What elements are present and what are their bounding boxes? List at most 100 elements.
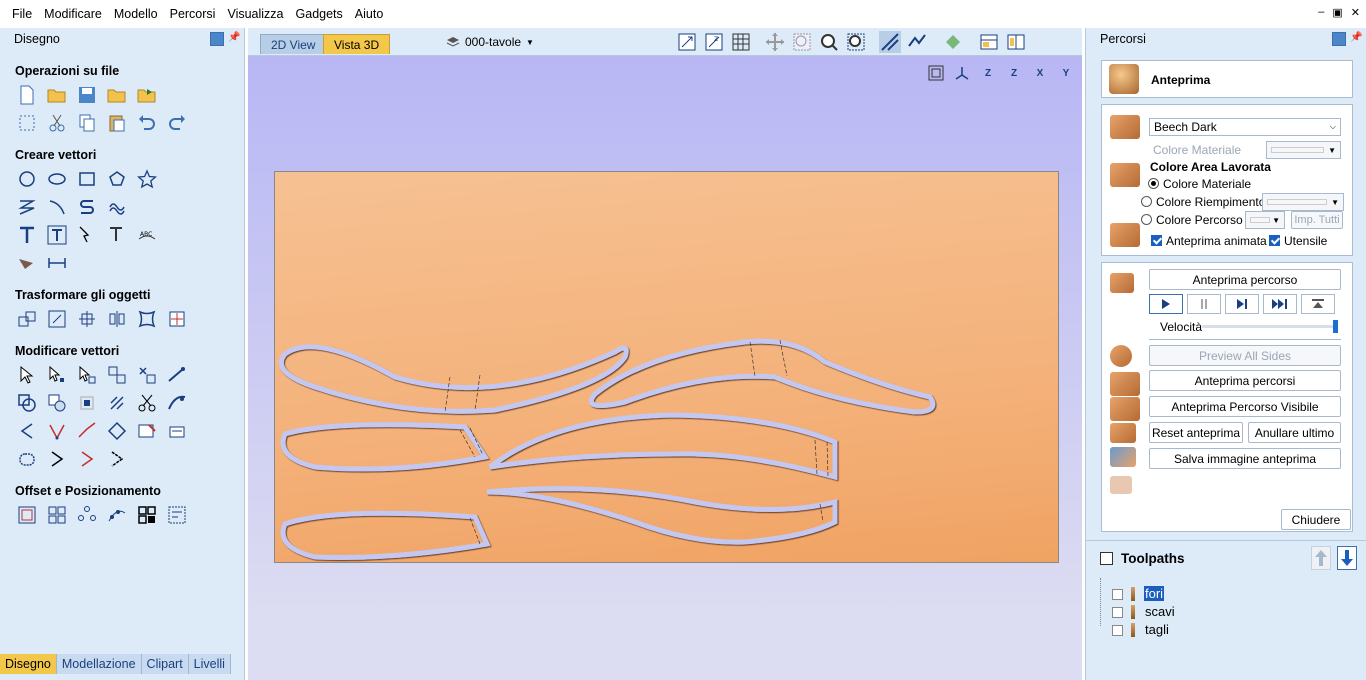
animated-preview-checkbox[interactable]: Anteprima animata <box>1151 234 1267 248</box>
copy-along-curve-icon[interactable] <box>106 504 128 526</box>
offset-right-icon[interactable] <box>106 448 128 470</box>
zoom-in-icon[interactable] <box>791 31 813 53</box>
pause-button[interactable] <box>1187 294 1221 314</box>
ellipse-icon[interactable] <box>46 168 68 190</box>
dock-icon[interactable] <box>1332 32 1346 46</box>
select-all-icon[interactable] <box>16 112 38 134</box>
speed-slider-thumb[interactable] <box>1333 320 1338 333</box>
text-box-icon[interactable] <box>46 224 68 246</box>
mirror-icon[interactable] <box>106 308 128 330</box>
move-icon[interactable] <box>16 308 38 330</box>
text-on-curve-icon[interactable] <box>76 224 98 246</box>
tab-2d-view[interactable]: 2D View <box>260 34 327 54</box>
fast-forward-button[interactable] <box>1263 294 1297 314</box>
zoom-icon[interactable] <box>818 31 840 53</box>
import-icon[interactable] <box>106 84 128 106</box>
close-vector-icon[interactable] <box>106 420 128 442</box>
tab-disegno[interactable]: Disegno <box>0 654 57 674</box>
intersect-icon[interactable] <box>76 392 98 414</box>
menu-visualizza[interactable]: Visualizza <box>221 0 289 28</box>
menu-aiuto[interactable]: Aiuto <box>349 0 390 28</box>
drafting-icon[interactable] <box>16 252 38 274</box>
toolpath-item[interactable]: tagli <box>1100 622 1360 640</box>
undo-last-button[interactable]: Anullare ultimo <box>1248 422 1341 443</box>
material-dropdown[interactable]: Beech Dark ⌵ <box>1149 118 1341 136</box>
select-icon[interactable] <box>16 364 38 386</box>
spiral-icon[interactable] <box>106 196 128 218</box>
tab-livelli[interactable]: Livelli <box>188 654 231 674</box>
radio-material-color[interactable]: Colore Materiale <box>1148 177 1251 191</box>
text-edit-icon[interactable] <box>106 224 128 246</box>
radio-fill-color[interactable]: Colore Riempimento <box>1141 195 1265 209</box>
new-file-icon[interactable] <box>16 84 38 106</box>
auto-layout-icon[interactable] <box>166 504 188 526</box>
arrow-right-icon[interactable] <box>46 448 68 470</box>
material-board-preview[interactable] <box>274 171 1059 563</box>
tab-icon[interactable] <box>166 420 188 442</box>
menu-percorsi[interactable]: Percorsi <box>164 0 222 28</box>
fillet-icon[interactable] <box>16 420 38 442</box>
measure-icon[interactable] <box>166 364 188 386</box>
save-image-button[interactable]: Salva immagine anteprima <box>1149 448 1341 469</box>
subtract-icon[interactable] <box>46 392 68 414</box>
preview-all-sides-button[interactable]: Preview All Sides <box>1149 345 1341 366</box>
step-button[interactable] <box>1225 294 1259 314</box>
layer-selector[interactable]: 000-tavole ▼ <box>446 32 534 52</box>
iso-view-icon[interactable] <box>952 64 972 82</box>
move-up-icon[interactable] <box>1311 546 1331 570</box>
export-icon[interactable] <box>136 84 158 106</box>
scale-icon[interactable] <box>46 308 68 330</box>
menu-modello[interactable]: Modello <box>108 0 164 28</box>
chamfer-icon[interactable] <box>46 420 68 442</box>
toolpath-checkbox[interactable] <box>1112 625 1123 636</box>
circular-array-icon[interactable] <box>76 504 98 526</box>
minimize-icon[interactable]: ‒ <box>1318 6 1324 19</box>
node-edit-icon[interactable] <box>46 364 68 386</box>
view-z-bottom-button[interactable]: Z <box>1004 64 1024 82</box>
text-arc-icon[interactable]: ABC <box>136 224 158 246</box>
pin-icon[interactable]: 📌 <box>228 32 240 44</box>
curve-icon[interactable] <box>76 196 98 218</box>
preview-paths-button[interactable]: Anteprima percorsi <box>1149 370 1341 391</box>
paste-icon[interactable] <box>106 112 128 134</box>
material-color-swatch[interactable]: ▼ <box>1266 141 1341 159</box>
menu-modificare[interactable]: Modificare <box>38 0 108 28</box>
to-top-button[interactable] <box>1301 294 1335 314</box>
dimension-icon[interactable] <box>46 252 68 274</box>
zoom-extents-icon[interactable] <box>676 31 698 53</box>
job-setup-icon[interactable]: Z <box>703 31 725 53</box>
tool-checkbox[interactable]: Utensile <box>1269 234 1327 248</box>
redo-icon[interactable] <box>166 112 188 134</box>
grid-icon[interactable] <box>730 31 752 53</box>
toolpath-view-icon[interactable] <box>906 31 928 53</box>
tab-modellazione[interactable]: Modellazione <box>56 654 142 674</box>
join-icon[interactable] <box>106 392 128 414</box>
toolpath-checkbox[interactable] <box>1112 607 1123 618</box>
view-z-top-button[interactable]: Z <box>978 64 998 82</box>
toolpath-item[interactable]: fori <box>1100 586 1360 604</box>
pin-icon[interactable]: 📌 <box>1350 32 1362 44</box>
speed-slider[interactable] <box>1202 320 1338 333</box>
arc-icon[interactable] <box>46 196 68 218</box>
scissors-icon[interactable] <box>136 392 158 414</box>
menu-gadgets[interactable]: Gadgets <box>290 0 349 28</box>
distort-icon[interactable] <box>136 308 158 330</box>
toolpaths-header[interactable]: Toolpaths <box>1100 551 1185 566</box>
layout-2d-icon[interactable] <box>978 31 1000 53</box>
fit-view-icon[interactable] <box>926 64 946 82</box>
path-color-swatch[interactable]: ▼ <box>1245 211 1285 229</box>
dock-icon[interactable] <box>210 32 224 46</box>
tab-3d-view[interactable]: Vista 3D <box>323 34 391 54</box>
smooth-icon[interactable] <box>166 392 188 414</box>
imp-all-button[interactable]: Imp. Tutti <box>1291 211 1343 229</box>
radio-path-color[interactable]: Colore Percorso <box>1141 213 1243 227</box>
star-icon[interactable] <box>136 168 158 190</box>
open-file-icon[interactable] <box>46 84 68 106</box>
undo-icon[interactable] <box>136 112 158 134</box>
close-icon[interactable]: ✕ <box>1351 6 1360 19</box>
offset-icon[interactable] <box>16 504 38 526</box>
polygon-icon[interactable] <box>106 168 128 190</box>
fill-color-swatch[interactable]: ▼ <box>1262 193 1344 211</box>
view-y-button[interactable]: Y <box>1056 64 1076 82</box>
text-icon[interactable] <box>16 224 38 246</box>
